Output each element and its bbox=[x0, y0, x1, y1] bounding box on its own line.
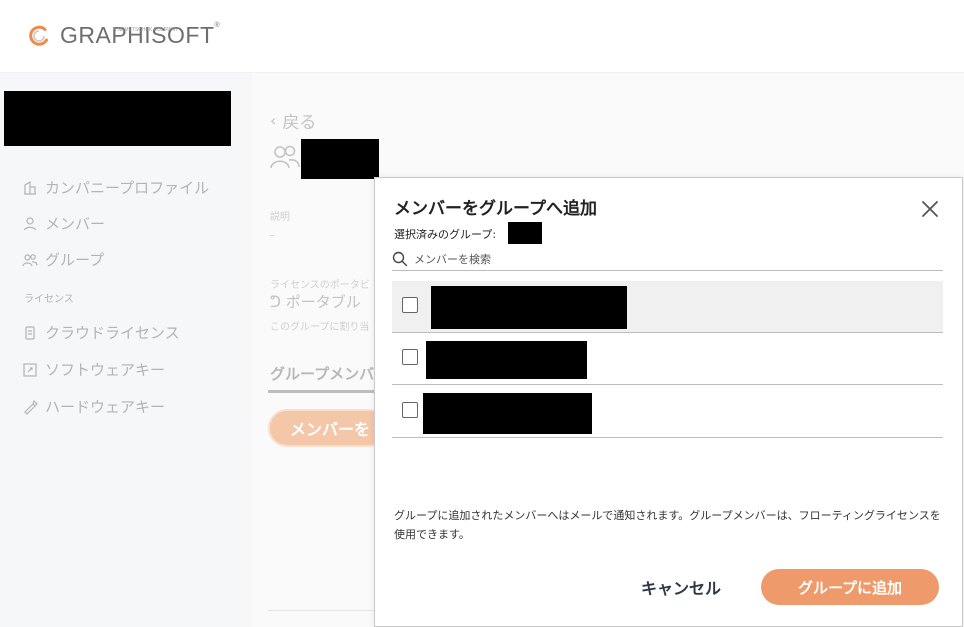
sidebar-item-label: ハードウェアキー bbox=[45, 398, 166, 416]
redacted-selected-group bbox=[508, 222, 542, 244]
redacted-group-name bbox=[301, 139, 379, 179]
software-key-icon bbox=[23, 362, 37, 377]
user-icon bbox=[23, 216, 37, 230]
cancel-button[interactable]: キャンセル bbox=[641, 575, 721, 599]
close-icon[interactable] bbox=[919, 198, 941, 220]
redacted-company-name bbox=[4, 91, 231, 146]
notification-notice: グループに追加されたメンバーへはメールで通知されます。グループメンバーは、フロー… bbox=[394, 509, 941, 541]
member-row[interactable] bbox=[392, 333, 943, 385]
tab-underline bbox=[268, 390, 374, 393]
cloud-license-icon bbox=[25, 325, 35, 340]
sidebar-item-company-profile[interactable]: カンパニープロファイル bbox=[22, 177, 209, 198]
building-icon bbox=[24, 180, 36, 195]
sidebar bbox=[0, 73, 252, 627]
redacted-member-name bbox=[426, 341, 587, 379]
redacted-member-name bbox=[431, 286, 627, 329]
add-members-dialog: メンバーをグループへ追加 選択済みのグループ: グループに追加されたメンバーへは… bbox=[374, 177, 963, 627]
chevron-left-icon: ‹ bbox=[270, 111, 277, 130]
member-row[interactable] bbox=[392, 386, 943, 438]
license-portability-label: ライセンスのポータビ bbox=[270, 280, 370, 291]
divider bbox=[268, 610, 374, 611]
sidebar-item-label: カンパニープロファイル bbox=[45, 179, 210, 197]
portable-status: ᕤ ポータブル bbox=[270, 293, 361, 311]
portable-icon: ᕤ bbox=[270, 293, 281, 311]
sidebar-item-label: ソフトウェアキー bbox=[45, 361, 166, 379]
logo-tagline: A NEMETSCHEK COMPANY bbox=[113, 27, 179, 33]
app-header: GRAPHISOFT® A NEMETSCHEK COMPANY bbox=[0, 0, 964, 73]
sidebar-item-hardware-key[interactable]: ハードウェアキー bbox=[22, 396, 165, 417]
add-to-group-button[interactable]: グループに追加 bbox=[761, 569, 939, 605]
redacted-member-name bbox=[423, 393, 592, 434]
selected-group-label: 選択済みのグループ: bbox=[394, 228, 497, 241]
add-member-button[interactable]: メンバーを bbox=[268, 409, 388, 447]
tab-group-members[interactable]: グループメンバ bbox=[270, 363, 374, 384]
member-checkbox[interactable] bbox=[402, 349, 418, 365]
back-link[interactable]: ‹ 戻る bbox=[270, 108, 316, 133]
member-row[interactable] bbox=[392, 281, 943, 333]
search-bar bbox=[392, 248, 943, 271]
sidebar-item-label: メンバー bbox=[45, 215, 106, 233]
description-label: 説明 bbox=[270, 212, 290, 223]
hardware-key-icon bbox=[24, 399, 38, 415]
sidebar-item-label: クラウドライセンス bbox=[45, 324, 180, 342]
sidebar-item-software-key[interactable]: ソフトウェアキー bbox=[22, 359, 165, 380]
portable-note: このグループに割り当 bbox=[270, 322, 370, 333]
group-avatar-icon bbox=[270, 145, 300, 169]
users-icon bbox=[22, 253, 38, 266]
dialog-title: メンバーをグループへ追加 bbox=[394, 199, 597, 219]
member-checkbox[interactable] bbox=[402, 402, 418, 418]
search-icon bbox=[392, 251, 408, 267]
sidebar-section-licenses: ライセンス bbox=[24, 294, 74, 305]
sidebar-item-cloud-license[interactable]: クラウドライセンス bbox=[22, 322, 180, 343]
member-checkbox[interactable] bbox=[402, 297, 418, 313]
description-value: - bbox=[270, 228, 275, 242]
sidebar-item-label: グループ bbox=[45, 251, 105, 269]
sidebar-item-members[interactable]: メンバー bbox=[22, 213, 105, 234]
member-search-input[interactable] bbox=[414, 252, 914, 266]
back-label: 戻る bbox=[282, 113, 317, 133]
logo-mark-icon bbox=[29, 25, 48, 46]
sidebar-item-groups[interactable]: グループ bbox=[22, 249, 104, 270]
